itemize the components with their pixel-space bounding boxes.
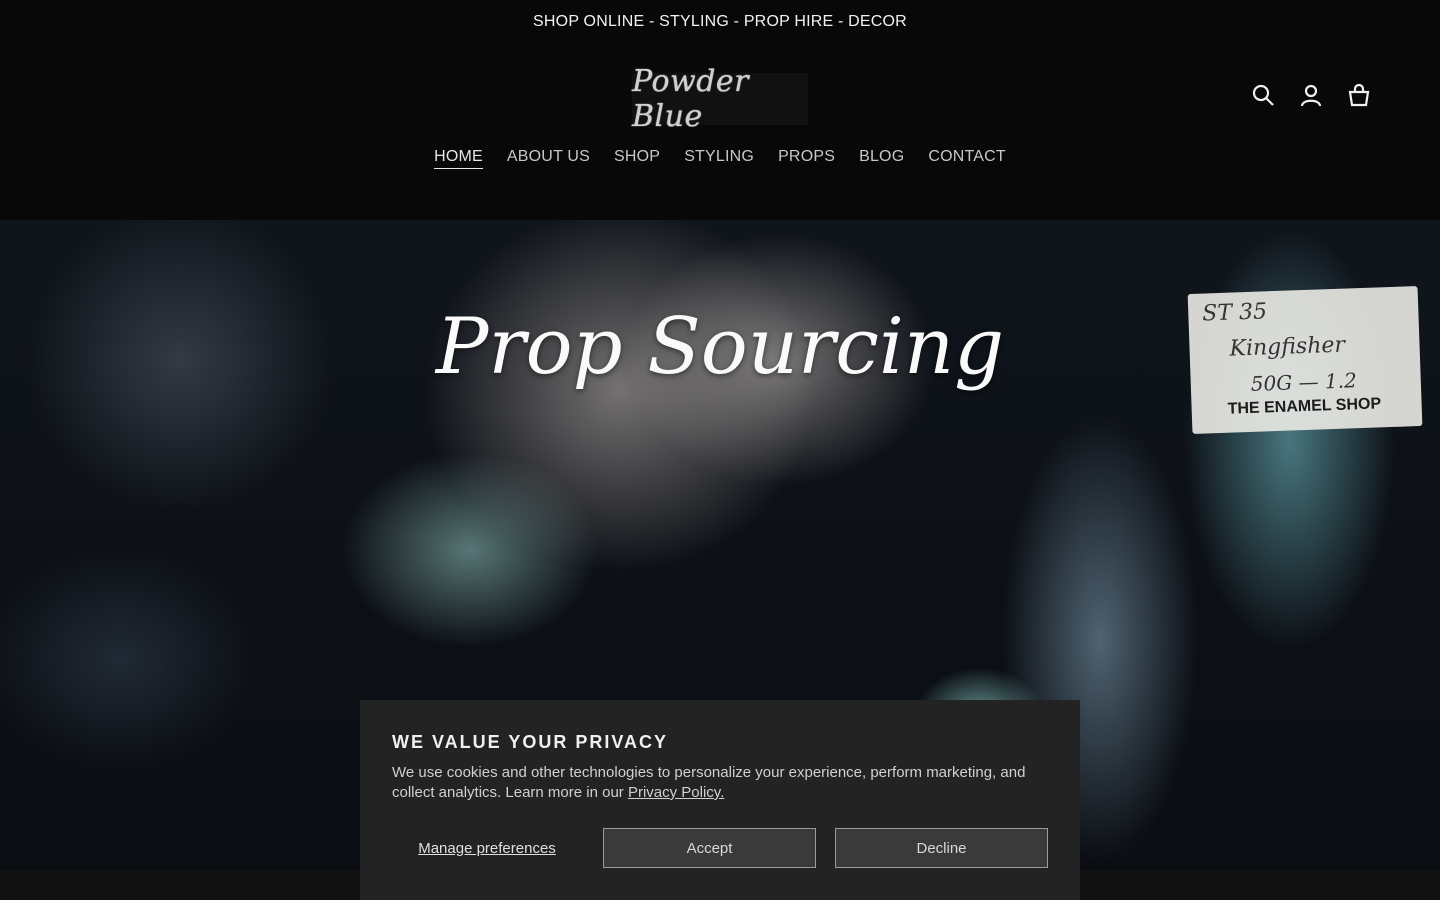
- label-line-4: THE ENAMEL SHOP: [1227, 395, 1382, 418]
- site-header: Powder Blue HOME ABOUT US SHOP STYLING P…: [0, 44, 1440, 220]
- manage-preferences-link[interactable]: Manage preferences: [392, 840, 582, 857]
- search-icon[interactable]: [1250, 82, 1276, 108]
- privacy-policy-link[interactable]: Privacy Policy.: [628, 784, 724, 801]
- nav-item-shop[interactable]: SHOP: [614, 148, 660, 169]
- account-icon[interactable]: [1298, 82, 1324, 108]
- nav-item-props[interactable]: PROPS: [778, 148, 835, 169]
- announcement-bar: SHOP ONLINE - STYLING - PROP HIRE - DECO…: [0, 0, 1440, 44]
- cookie-banner: WE VALUE YOUR PRIVACY We use cookies and…: [360, 700, 1080, 900]
- nav-item-contact[interactable]: CONTACT: [928, 148, 1006, 169]
- accept-button[interactable]: Accept: [603, 828, 816, 868]
- cookie-body: We use cookies and other technologies to…: [392, 763, 1052, 803]
- announcement-text: SHOP ONLINE - STYLING - PROP HIRE - DECO…: [533, 13, 907, 30]
- cookie-title: WE VALUE YOUR PRIVACY: [392, 732, 669, 752]
- hero-title: Prop Sourcing: [435, 302, 1005, 392]
- main-nav: HOME ABOUT US SHOP STYLING PROPS BLOG CO…: [0, 148, 1440, 169]
- nav-item-blog[interactable]: BLOG: [859, 148, 904, 169]
- cookie-actions: Manage preferences Accept Decline: [392, 828, 1048, 868]
- cart-icon[interactable]: [1346, 82, 1372, 108]
- header-icons: [1250, 82, 1372, 108]
- nav-item-home[interactable]: HOME: [434, 148, 483, 169]
- nav-item-about-us[interactable]: ABOUT US: [507, 148, 590, 169]
- nav-item-styling[interactable]: STYLING: [684, 148, 754, 169]
- decline-button[interactable]: Decline: [835, 828, 1048, 868]
- logo-text: Powder Blue: [632, 64, 750, 134]
- site-logo[interactable]: Powder Blue: [632, 64, 808, 134]
